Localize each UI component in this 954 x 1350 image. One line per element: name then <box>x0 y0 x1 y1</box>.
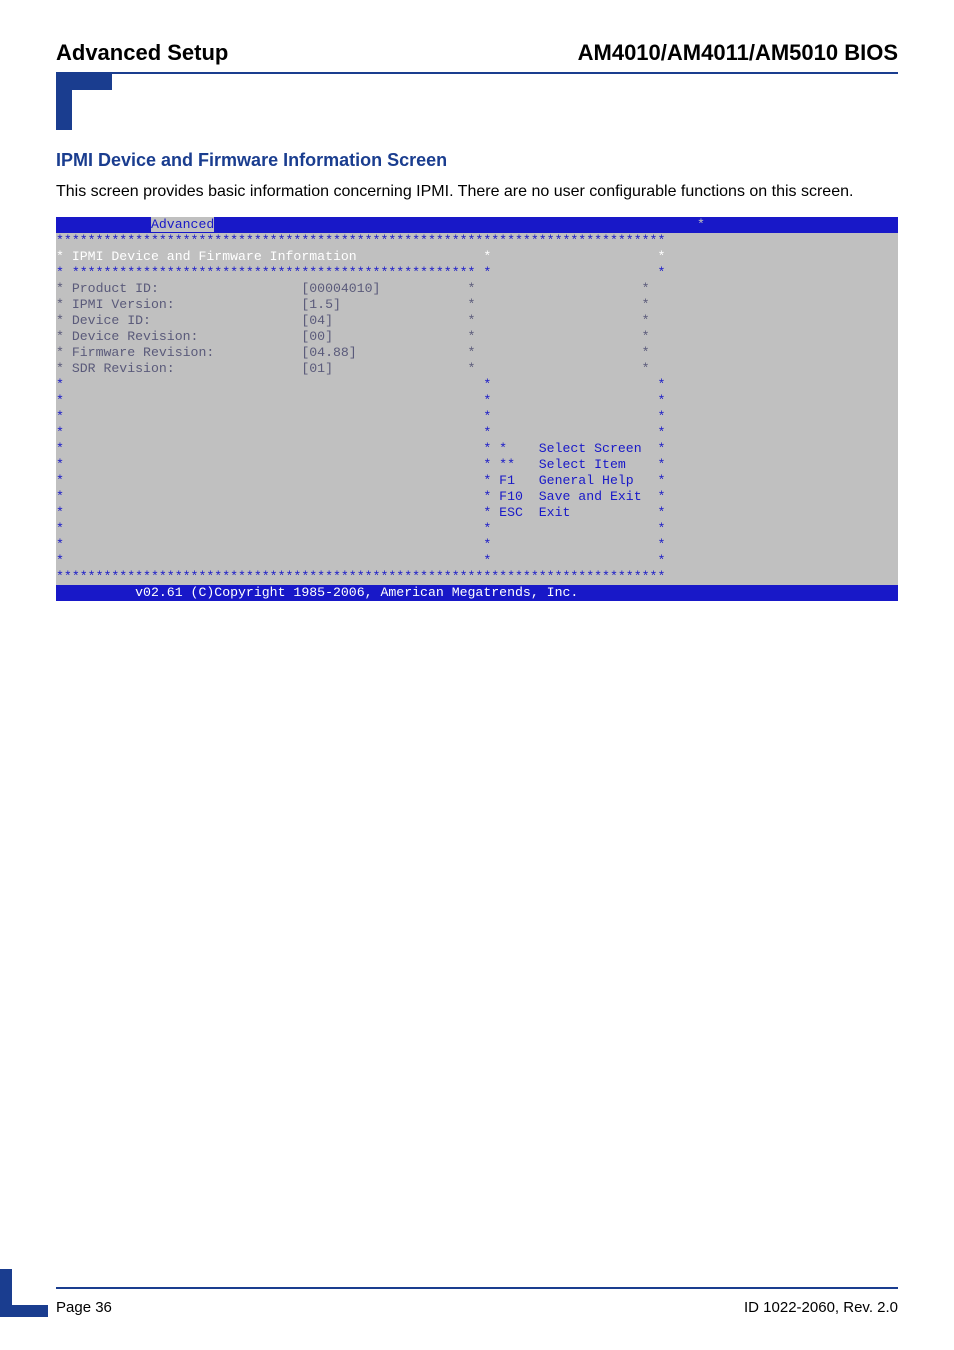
bios-info-row: * Product ID: [00004010] * * <box>56 281 898 297</box>
bios-blank-row: * * * <box>56 537 898 553</box>
bios-blank-row: * * * <box>56 393 898 409</box>
page-number: Page 36 <box>56 1299 112 1316</box>
header-left: Advanced Setup <box>56 40 228 66</box>
page-footer: Page 36 ID 1022-2060, Rev. 2.0 <box>56 1287 898 1316</box>
bios-info-row: * Device Revision: [00] * * <box>56 329 898 345</box>
bios-tab-advanced: Advanced <box>151 217 214 232</box>
bios-screen-title: * IPMI Device and Firmware Information *… <box>56 249 898 265</box>
bios-help-row: * * F1 General Help * <box>56 473 898 489</box>
bios-blank-row: * * * <box>56 425 898 441</box>
bios-help-row: * * ** Select Item * <box>56 457 898 473</box>
bios-screenshot: Advanced *******************************… <box>56 217 898 601</box>
bios-copyright-footer: v02.61 (C)Copyright 1985-2006, American … <box>56 585 898 601</box>
header-right: AM4010/AM4011/AM5010 BIOS <box>578 40 898 66</box>
page-header: Advanced Setup AM4010/AM4011/AM5010 BIOS <box>56 40 898 66</box>
bios-border-top: ****************************************… <box>56 233 898 249</box>
bios-info-row: * IPMI Version: [1.5] * * <box>56 297 898 313</box>
bios-info-row: * Firmware Revision: [04.88] * * <box>56 345 898 361</box>
bios-info-row: * SDR Revision: [01] * * <box>56 361 898 377</box>
brand-logo-icon <box>56 74 112 130</box>
footer-corner-icon <box>0 1269 48 1322</box>
bios-help-row: * * * Select Screen * <box>56 441 898 457</box>
bios-menubar: Advanced * <box>56 217 898 233</box>
bios-help-row: * * ESC Exit * <box>56 505 898 521</box>
bios-help-row: * * F10 Save and Exit * <box>56 489 898 505</box>
bios-info-row: * Device ID: [04] * * <box>56 313 898 329</box>
bios-blank-row: * * * <box>56 409 898 425</box>
bios-blank-row: * * * <box>56 521 898 537</box>
bios-sub-border: * **************************************… <box>56 265 898 281</box>
bios-blank-row: * * * <box>56 377 898 393</box>
bios-blank-row: * * * <box>56 553 898 569</box>
doc-id: ID 1022-2060, Rev. 2.0 <box>744 1299 898 1316</box>
header-rule <box>56 72 898 142</box>
section-body: This screen provides basic information c… <box>56 181 898 203</box>
bios-border-bottom: ****************************************… <box>56 569 898 585</box>
section-title: IPMI Device and Firmware Information Scr… <box>56 150 898 171</box>
